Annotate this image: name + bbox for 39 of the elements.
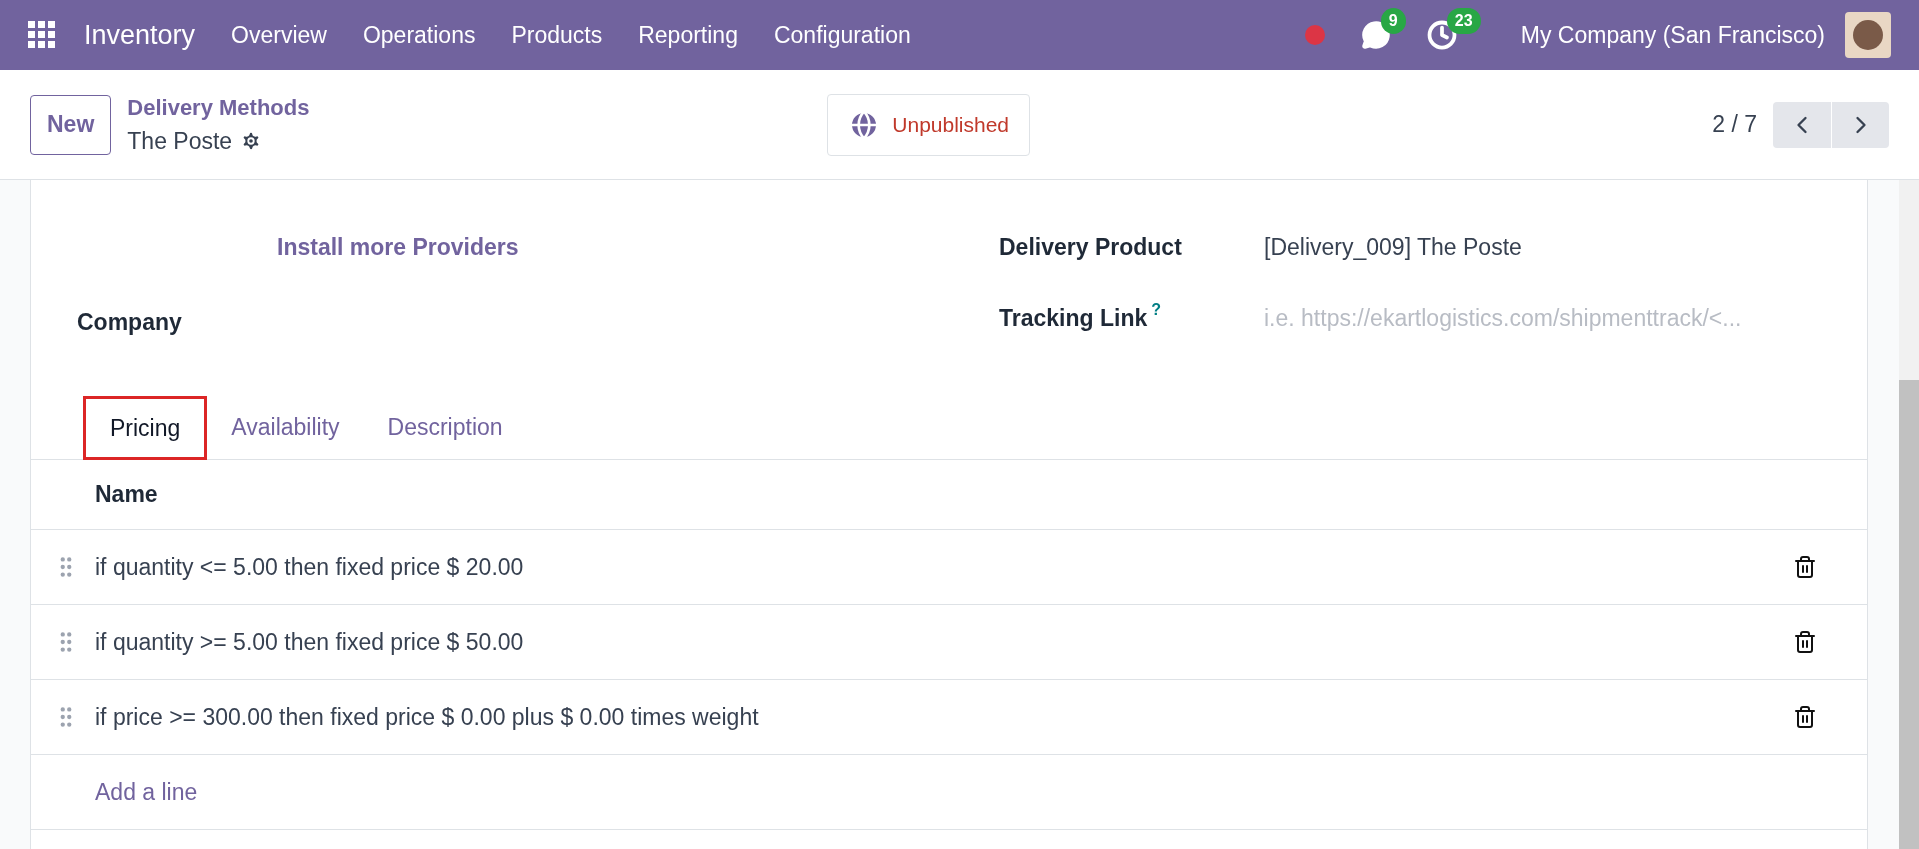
- menu-item[interactable]: Operations: [362, 17, 476, 53]
- column-header: Name: [95, 480, 158, 510]
- delivery-product-value: [Delivery_009] The Poste: [1264, 233, 1522, 262]
- help-tooltip-icon[interactable]: ?: [1151, 300, 1162, 319]
- delete-icon[interactable]: [1793, 555, 1817, 579]
- activity-count-badge: 23: [1446, 8, 1481, 34]
- breadcrumb-link[interactable]: Delivery Methods: [127, 90, 828, 124]
- delete-icon[interactable]: [1793, 705, 1817, 729]
- tracking-link-field[interactable]: i.e. https://ekartlogistics.com/shipmenttrack/<...: [1264, 300, 1807, 335]
- company-label: Company: [77, 307, 183, 337]
- message-count-badge: 9: [1380, 8, 1406, 34]
- record-title: The Poste: [127, 126, 233, 156]
- delete-icon[interactable]: [1793, 630, 1817, 654]
- pager-value: 2 / 7: [1712, 110, 1757, 140]
- app-grid-icon[interactable]: [28, 21, 56, 49]
- menu-item[interactable]: Configuration: [773, 17, 911, 53]
- tracking-link-label: Tracking Link: [999, 303, 1148, 333]
- menu-item[interactable]: Overview: [231, 17, 327, 53]
- chat-icon[interactable]: [1360, 20, 1391, 50]
- publish-status-button[interactable]: Unpublished: [827, 93, 1031, 156]
- tab[interactable]: Pricing: [83, 396, 208, 460]
- menu-item[interactable]: Reporting: [638, 17, 738, 53]
- table-cell-text: if quantity <= 5.00 then fixed price $ 20.00: [95, 552, 525, 582]
- company-switcher[interactable]: My Company (San Francisco): [1520, 17, 1825, 53]
- tab[interactable]: Description: [363, 395, 527, 459]
- menu-item[interactable]: Products: [511, 17, 603, 53]
- new-button[interactable]: New: [30, 94, 112, 155]
- clock-icon[interactable]: [1426, 20, 1457, 50]
- scrollbar[interactable]: [1899, 180, 1919, 849]
- tab[interactable]: Availability: [207, 395, 364, 459]
- avatar-icon[interactable]: [1845, 12, 1891, 58]
- table-cell-text: if price >= 300.00 then fixed price $ 0.00 plus $ 0.00 times weight: [95, 702, 760, 732]
- next-button[interactable]: [1831, 101, 1889, 148]
- table-cell-text: if quantity >= 5.00 then fixed price $ 50.00: [95, 627, 525, 657]
- delivery-product-label: Delivery Product: [999, 233, 1183, 262]
- previous-button[interactable]: [1773, 101, 1831, 148]
- add-line-link[interactable]: Add a line: [95, 774, 198, 810]
- app-name[interactable]: Inventory: [84, 14, 196, 56]
- install-providers-link[interactable]: Install more Providers: [277, 230, 949, 265]
